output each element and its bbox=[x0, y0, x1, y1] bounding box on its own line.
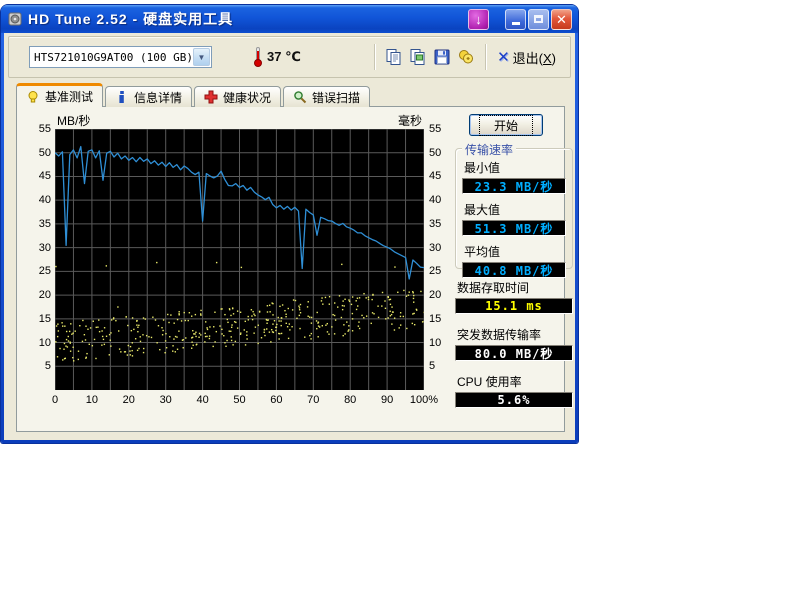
x-tick-label: 100% bbox=[404, 394, 444, 406]
transfer-stat-label: 平均值 bbox=[464, 243, 566, 260]
chevron-down-icon[interactable]: ▼ bbox=[193, 48, 210, 66]
tab-info[interactable]: 信息详情 bbox=[105, 86, 192, 107]
y-tick-label: 25 bbox=[25, 265, 51, 277]
health-cross-icon bbox=[204, 90, 218, 104]
transfer-rate-title: 传输速率 bbox=[462, 141, 516, 158]
y-tick-label: 10 bbox=[25, 337, 51, 349]
x-tick-label: 20 bbox=[109, 394, 149, 406]
tab-lightbulb[interactable]: 基准测试 bbox=[16, 83, 103, 107]
x-tick-label: 40 bbox=[183, 394, 223, 406]
y-axis-right-title: 毫秒 bbox=[364, 112, 422, 129]
transfer-rate-groupbox: 传输速率 最小值23.3 MB/秒最大值51.3 MB/秒平均值40.8 MB/… bbox=[455, 148, 573, 269]
cpu-usage-label: CPU 使用率 bbox=[457, 373, 573, 390]
copy-text-icon[interactable] bbox=[382, 45, 406, 69]
y-tick-label: 45 bbox=[25, 170, 51, 182]
y-tick-label: 40 bbox=[25, 194, 51, 206]
x-tick-label: 0 bbox=[35, 394, 75, 406]
benchmark-tab-page: MB/秒 毫秒 55555050454540403535303025252020… bbox=[16, 106, 565, 432]
tab-bar: 基准测试 信息详情 健康状况 错误扫描 bbox=[16, 83, 372, 107]
cpu-usage-value: 5.6% bbox=[455, 392, 573, 408]
tab-label: 信息详情 bbox=[134, 89, 182, 106]
burst-rate-label: 突发数据传输率 bbox=[457, 326, 573, 343]
y-tick-label: 35 bbox=[25, 218, 51, 230]
temperature-unit: ℃ bbox=[285, 49, 301, 64]
toolbar-separator bbox=[374, 44, 375, 70]
save-screenshot-icon[interactable] bbox=[430, 45, 454, 69]
y-tick-label: 30 bbox=[25, 242, 51, 254]
burst-rate-block: 突发数据传输率 80.0 MB/秒 bbox=[455, 326, 573, 361]
transfer-stat-value: 51.3 MB/秒 bbox=[462, 220, 566, 236]
exit-button[interactable]: ✕ 退出(X) bbox=[497, 48, 556, 67]
exit-x-icon: ✕ bbox=[497, 48, 510, 66]
y-tick-label: 50 bbox=[25, 147, 51, 159]
x-tick-label: 10 bbox=[72, 394, 112, 406]
cpu-usage-block: CPU 使用率 5.6% bbox=[455, 373, 573, 408]
minimize-button[interactable] bbox=[505, 9, 526, 30]
x-tick-label: 60 bbox=[256, 394, 296, 406]
transfer-stat-label: 最大值 bbox=[464, 201, 566, 218]
close-button[interactable]: ✕ bbox=[551, 9, 572, 30]
start-button-label: 开始 bbox=[479, 115, 533, 136]
info-icon bbox=[115, 90, 129, 104]
y-tick-label: 55 bbox=[25, 123, 51, 135]
drive-selector-value: HTS721010G9AT00 (100 GB) bbox=[30, 51, 192, 64]
start-button[interactable]: 开始 bbox=[469, 114, 543, 136]
tab-label: 基准测试 bbox=[45, 88, 93, 105]
tab-label: 健康状况 bbox=[223, 89, 271, 106]
titlebar[interactable]: HD Tune 2.52 - 硬盘实用工具 ↓ ✕ bbox=[1, 5, 578, 33]
copy-screenshot-icon[interactable] bbox=[406, 45, 430, 69]
x-tick-label: 70 bbox=[293, 394, 333, 406]
benchmark-chart bbox=[55, 129, 424, 390]
x-tick-label: 30 bbox=[146, 394, 186, 406]
x-tick-label: 80 bbox=[330, 394, 370, 406]
y-tick-label: 20 bbox=[25, 289, 51, 301]
exit-label: 退出(X) bbox=[513, 48, 556, 67]
y-tick-label: 5 bbox=[25, 360, 51, 372]
toolbar: HTS721010G9AT00 (100 GB) ▼ 37 ℃ bbox=[8, 36, 571, 78]
x-tick-label: 90 bbox=[367, 394, 407, 406]
y-tick-label: 55 bbox=[429, 123, 459, 135]
tab-health-cross[interactable]: 健康状况 bbox=[194, 86, 281, 107]
transfer-stat-label: 最小值 bbox=[464, 159, 566, 176]
toolbar-separator bbox=[485, 44, 486, 70]
y-tick-label: 15 bbox=[25, 313, 51, 325]
hd-tune-window: HD Tune 2.52 - 硬盘实用工具 ↓ ✕ HTS721010G9AT0… bbox=[1, 5, 578, 443]
y-tick-label: 25 bbox=[429, 265, 459, 277]
donate-coins-icon[interactable] bbox=[454, 45, 478, 69]
access-time-block: 数据存取时间 15.1 ms bbox=[455, 279, 573, 314]
y-axis-left-title: MB/秒 bbox=[57, 112, 90, 129]
transfer-stat-value: 40.8 MB/秒 bbox=[462, 262, 566, 278]
tab-magnifier[interactable]: 错误扫描 bbox=[283, 86, 370, 107]
maximize-button[interactable] bbox=[528, 9, 549, 30]
access-time-label: 数据存取时间 bbox=[457, 279, 573, 296]
transfer-stat-value: 23.3 MB/秒 bbox=[462, 178, 566, 194]
magnifier-icon bbox=[293, 90, 307, 104]
access-time-value: 15.1 ms bbox=[455, 298, 573, 314]
thermometer-icon bbox=[254, 47, 262, 67]
burst-rate-value: 80.0 MB/秒 bbox=[455, 345, 573, 361]
temperature-value: 37 bbox=[267, 49, 281, 64]
client-area: HTS721010G9AT00 (100 GB) ▼ 37 ℃ bbox=[4, 33, 575, 440]
window-title: HD Tune 2.52 - 硬盘实用工具 bbox=[28, 9, 233, 29]
lightbulb-icon bbox=[26, 90, 40, 104]
stats-column: 数据存取时间 15.1 ms 突发数据传输率 80.0 MB/秒 CPU 使用率… bbox=[455, 279, 573, 420]
update-download-button[interactable]: ↓ bbox=[468, 9, 489, 30]
drive-selector[interactable]: HTS721010G9AT00 (100 GB) ▼ bbox=[29, 46, 212, 68]
tab-label: 错误扫描 bbox=[312, 89, 360, 106]
x-tick-label: 50 bbox=[220, 394, 260, 406]
temperature-indicator: 37 ℃ bbox=[254, 47, 301, 67]
app-disk-icon bbox=[7, 11, 23, 27]
